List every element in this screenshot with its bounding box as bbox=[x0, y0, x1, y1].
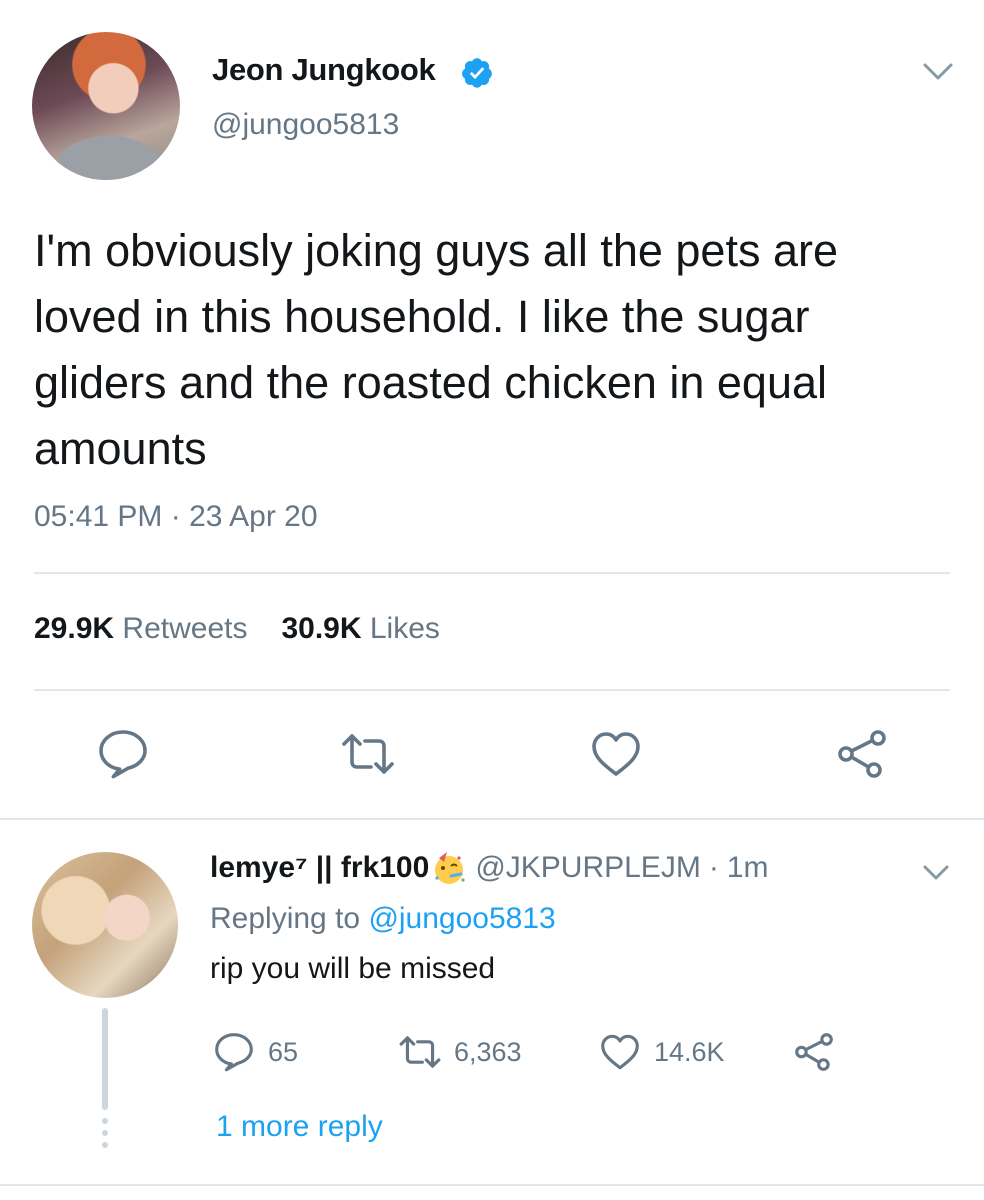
likes-stat[interactable]: 30.9K Likes bbox=[281, 612, 439, 646]
author-avatar[interactable] bbox=[32, 32, 180, 180]
chevron-down-icon[interactable] bbox=[922, 864, 950, 882]
reply-author-name[interactable]: lemye⁷ || frk100 bbox=[210, 851, 429, 885]
like-count: 14.6K bbox=[654, 1036, 725, 1067]
reply-author-handle[interactable]: @JKPURPLEJM bbox=[475, 851, 701, 885]
likes-count: 30.9K bbox=[281, 612, 362, 645]
thread-dot bbox=[102, 1130, 108, 1136]
reply-separator: · bbox=[708, 851, 719, 884]
reply-icon bbox=[215, 1033, 253, 1072]
tweet-text: I'm obviously joking guys all the pets a… bbox=[34, 225, 839, 474]
share-icon bbox=[795, 1033, 833, 1071]
reply-count: 65 bbox=[268, 1036, 299, 1067]
reply-text: rip you will be missed bbox=[210, 952, 496, 985]
reply-time[interactable]: 1m bbox=[727, 851, 769, 885]
like-icon bbox=[601, 1034, 639, 1070]
reply-header: lemye⁷ || frk100 @JKPURPLEJM · 1m bbox=[210, 850, 769, 886]
tweet-date: 23 Apr 20 bbox=[189, 500, 318, 533]
divider bbox=[34, 572, 950, 574]
verified-badge-icon bbox=[462, 58, 492, 88]
replying-prefix: Replying to bbox=[210, 902, 361, 935]
divider bbox=[0, 1184, 984, 1186]
reply-author-avatar[interactable] bbox=[32, 852, 178, 998]
thread-dot bbox=[102, 1118, 108, 1124]
retweets-count: 29.9K bbox=[34, 612, 115, 645]
retweet-icon bbox=[399, 1036, 441, 1068]
chevron-down-icon[interactable] bbox=[922, 62, 954, 82]
retweets-label: Retweets bbox=[122, 612, 248, 645]
reply-reply-action[interactable]: 65 bbox=[212, 1030, 298, 1074]
avatar-figure bbox=[54, 136, 164, 180]
like-icon[interactable] bbox=[588, 726, 644, 782]
tweet-time: 05:41 PM bbox=[34, 500, 163, 533]
reply-like-action[interactable]: 14.6K bbox=[598, 1030, 725, 1074]
tweet-stats: 29.9K Retweets 30.9K Likes bbox=[34, 612, 440, 646]
more-replies-link[interactable]: 1 more reply bbox=[216, 1110, 383, 1144]
retweets-stat[interactable]: 29.9K Retweets bbox=[34, 612, 247, 646]
thread-line bbox=[102, 1008, 108, 1110]
likes-label: Likes bbox=[369, 612, 440, 645]
divider bbox=[34, 689, 950, 691]
author-name[interactable]: Jeon Jungkook bbox=[212, 52, 436, 88]
replying-to: Replying to @jungoo5813 bbox=[210, 902, 556, 936]
party-face-emoji-icon bbox=[435, 852, 465, 884]
share-icon[interactable] bbox=[834, 726, 890, 782]
retweet-count: 6,363 bbox=[454, 1036, 522, 1067]
tweet-timestamp[interactable]: 05:41 PM · 23 Apr 20 bbox=[34, 500, 318, 534]
timestamp-separator: · bbox=[170, 500, 181, 533]
thread-dot bbox=[102, 1142, 108, 1148]
retweet-icon[interactable] bbox=[340, 726, 396, 782]
reply-share-action[interactable] bbox=[792, 1030, 848, 1074]
reply-icon[interactable] bbox=[95, 726, 151, 782]
reply-retweet-action[interactable]: 6,363 bbox=[398, 1030, 522, 1074]
replying-mention-link[interactable]: @jungoo5813 bbox=[368, 902, 555, 935]
author-handle[interactable]: @jungoo5813 bbox=[212, 108, 399, 142]
divider bbox=[0, 818, 984, 820]
